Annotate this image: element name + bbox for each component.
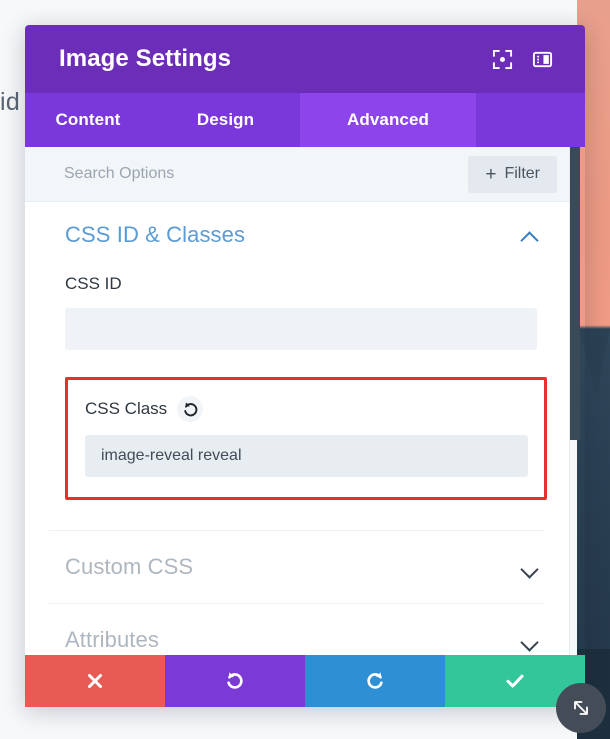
cancel-button[interactable] (25, 655, 165, 707)
css-class-label-text: CSS Class (85, 399, 168, 418)
modal-tabs: Content Design Advanced (25, 93, 585, 147)
section-title-attributes: Attributes (65, 627, 159, 652)
resize-handle[interactable] (556, 683, 606, 733)
css-id-input[interactable] (65, 308, 537, 350)
image-settings-modal: Image Settings Content Design Advanced S… (25, 25, 585, 707)
checkmark-icon (506, 674, 524, 688)
tab-content[interactable]: Content (25, 93, 151, 147)
plus-icon: + (485, 163, 497, 185)
chevron-up-icon (521, 230, 539, 241)
css-class-highlight-box: CSS Class (65, 377, 547, 500)
section-header-attributes[interactable]: Attributes (25, 604, 569, 655)
modal-body: + Filter CSS ID & Classes CSS ID CSS Cla… (25, 147, 570, 655)
tab-advanced[interactable]: Advanced (300, 93, 476, 147)
layout-panel-icon[interactable] (525, 42, 559, 76)
redo-icon (367, 672, 383, 689)
reset-icon[interactable] (177, 396, 204, 422)
css-id-label-text: CSS ID (65, 274, 122, 293)
field-group-css-id: CSS ID (25, 274, 569, 350)
chevron-down-icon (521, 635, 539, 646)
chevron-down-icon (521, 562, 539, 573)
undo-icon (227, 672, 243, 689)
section-title-custom-css: Custom CSS (65, 554, 194, 579)
filter-button[interactable]: + Filter (468, 155, 557, 193)
backdrop-partial-text: id (0, 88, 21, 116)
close-x-icon (88, 674, 102, 688)
search-input[interactable] (64, 165, 469, 183)
section-header-custom-css[interactable]: Custom CSS (25, 531, 569, 603)
field-label-css-class: CSS Class (85, 396, 528, 422)
undo-button[interactable] (165, 655, 305, 707)
section-header-css-id-classes[interactable]: CSS ID & Classes (25, 202, 569, 268)
focus-target-icon[interactable] (485, 42, 519, 76)
modal-footer (25, 655, 585, 707)
filter-button-label: Filter (504, 165, 540, 182)
modal-header: Image Settings (25, 25, 585, 93)
modal-title: Image Settings (59, 45, 232, 72)
redo-button[interactable] (305, 655, 445, 707)
resize-diagonal-icon (574, 701, 588, 715)
section-title-css-id-classes: CSS ID & Classes (65, 222, 246, 247)
search-row: + Filter (25, 147, 569, 202)
css-class-input[interactable] (85, 435, 528, 477)
tab-design[interactable]: Design (151, 93, 300, 147)
field-label-css-id: CSS ID (65, 274, 537, 294)
